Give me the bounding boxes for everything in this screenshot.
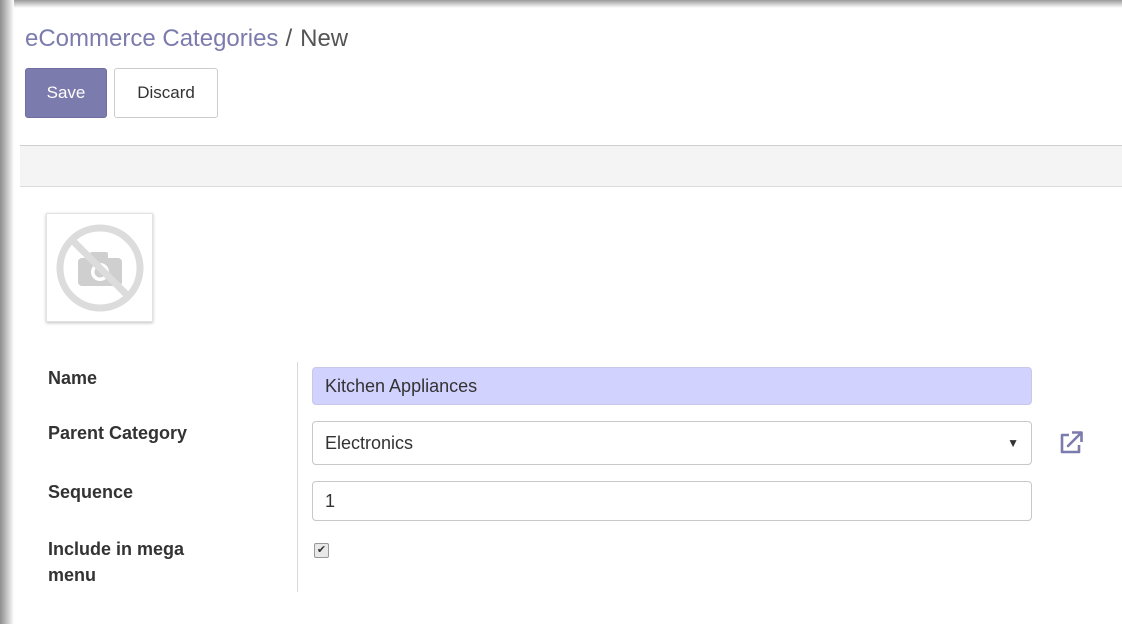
name-label: Name	[48, 368, 98, 388]
mega-menu-label: Include in mega menu	[48, 536, 184, 588]
checkmark-icon: ✔	[316, 544, 327, 556]
mega-menu-checkbox[interactable]: ✔	[314, 543, 329, 558]
label-column-divider	[297, 362, 298, 592]
no-photo-icon	[56, 224, 143, 311]
external-link-icon[interactable]	[1056, 428, 1086, 458]
window-shadow-top	[0, 0, 1122, 8]
form-sheet	[20, 187, 1122, 624]
status-bar	[20, 146, 1122, 187]
breadcrumb-current: New	[300, 25, 349, 52]
chevron-down-icon[interactable]: ▼	[1007, 436, 1019, 450]
discard-button[interactable]: Discard	[114, 68, 218, 118]
parent-category-value: Electronics	[325, 432, 414, 453]
window-shadow-left	[0, 0, 14, 624]
save-button[interactable]: Save	[25, 68, 107, 118]
breadcrumb-parent-link[interactable]: eCommerce Categories	[25, 25, 278, 52]
name-input-value: Kitchen Appliances	[325, 375, 478, 396]
parent-category-select[interactable]: Electronics ▼	[312, 421, 1032, 465]
parent-category-label: Parent Category	[48, 423, 188, 443]
mega-menu-label-line1: Include in mega	[48, 539, 185, 559]
mega-menu-label-line2: menu	[48, 565, 97, 585]
breadcrumb-separator: /	[285, 25, 293, 52]
breadcrumb: eCommerce Categories / New	[25, 24, 348, 54]
name-input[interactable]: Kitchen Appliances	[312, 367, 1032, 405]
category-image-field[interactable]	[46, 213, 153, 322]
sequence-label: Sequence	[48, 482, 134, 502]
sequence-input[interactable]: 1	[312, 481, 1032, 521]
sequence-input-value: 1	[325, 490, 336, 511]
